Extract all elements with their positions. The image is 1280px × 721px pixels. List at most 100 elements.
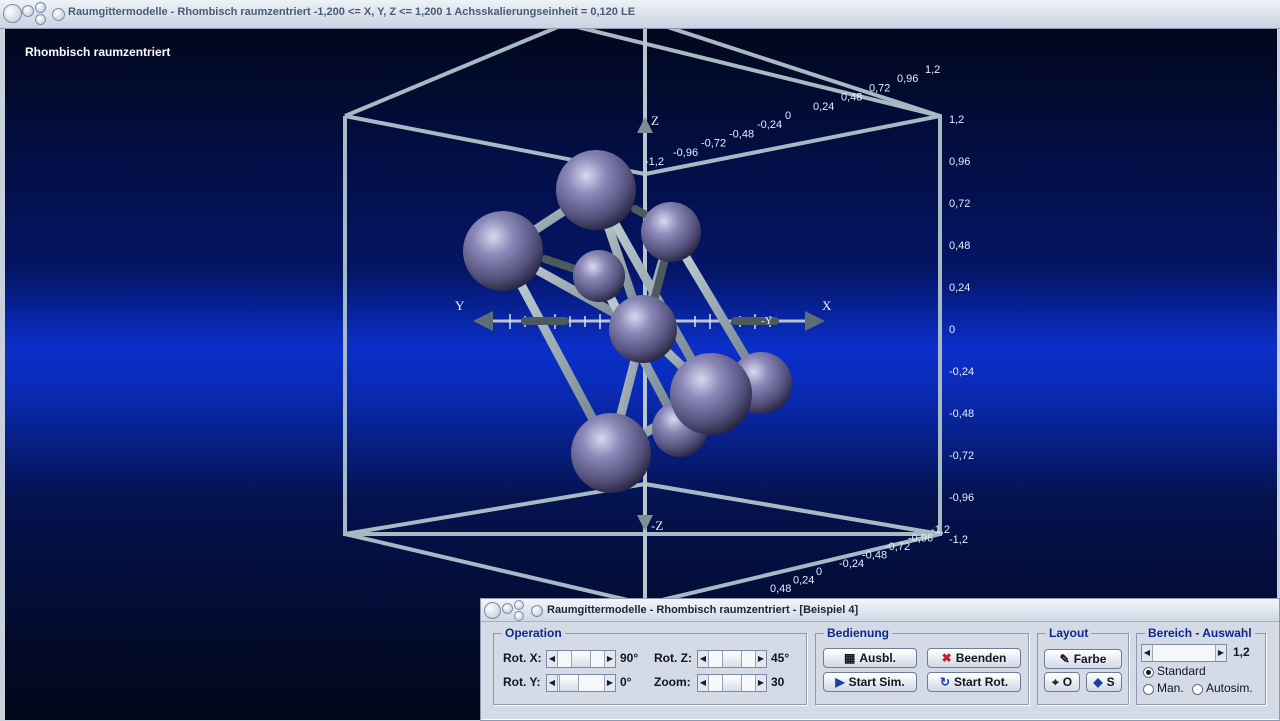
ausbl-label: Ausbl.: [859, 651, 896, 665]
axis-tick-label: -0,48: [862, 549, 887, 561]
paint-bucket-icon: ✎: [1059, 652, 1070, 666]
app-icon: [52, 8, 65, 21]
bereich-value: 1,2: [1233, 645, 1250, 659]
axis-tick-label: -0,96: [908, 533, 933, 545]
axis-tick-label: -0,96: [949, 492, 974, 504]
atom: [571, 413, 651, 493]
axis-tick-label: 0,48: [949, 240, 970, 252]
atom: [463, 211, 543, 291]
control-panel: Raumgittermodelle - Rhombisch raumzentri…: [480, 598, 1280, 721]
rot-y-label: Rot. Y:: [503, 675, 541, 689]
slider-thumb[interactable]: [571, 651, 591, 667]
rot-z-slider[interactable]: ◀ ▶: [697, 650, 767, 668]
chevron-right-icon[interactable]: ▶: [604, 675, 615, 691]
farbe-button[interactable]: ✎ Farbe: [1044, 649, 1122, 669]
atom: [573, 250, 625, 302]
axis-tick-label: -0,48: [729, 128, 754, 140]
window-title: Raumgittermodelle - Rhombisch raumzentri…: [68, 6, 636, 18]
start-sim-button[interactable]: ▶ Start Sim.: [823, 672, 917, 692]
box-edge-top-right: [667, 29, 941, 118]
autosim-radio[interactable]: [1192, 684, 1203, 695]
axis-tick-label: -0,72: [949, 450, 974, 462]
chevron-left-icon[interactable]: ◀: [547, 675, 558, 691]
standard-radio[interactable]: [1143, 667, 1154, 678]
chevron-left-icon[interactable]: ◀: [698, 651, 709, 667]
man-label: Man.: [1157, 681, 1184, 695]
minus-z-axis-label: -Z: [651, 518, 663, 533]
axis-tick-label: 1,2: [925, 64, 940, 76]
y-axis-label: Y: [455, 298, 465, 313]
window-menu-icon[interactable]: [3, 4, 22, 23]
zoom-label: Zoom:: [654, 675, 691, 689]
chevron-right-icon[interactable]: ▶: [755, 651, 766, 667]
panel-title: Raumgittermodelle - Rhombisch raumzentri…: [547, 604, 859, 616]
slider-thumb[interactable]: [559, 675, 579, 691]
panel-minimize-icon[interactable]: [502, 603, 513, 614]
bereich-slider[interactable]: ◀ ▶: [1141, 644, 1227, 662]
axis-tick-label: 1,2: [949, 114, 964, 126]
axis-tick-label: -0,24: [757, 119, 782, 131]
axis-tick-label: 0,72: [949, 198, 970, 210]
bereich-group: Bereich - Auswahl ◀ ▶ 1,2 Standard Man. …: [1136, 626, 1266, 705]
chevron-right-icon[interactable]: ▶: [1215, 645, 1226, 661]
axis-tick-label: -1,2: [949, 534, 968, 546]
box-edge-bottom: [344, 532, 646, 606]
slider-thumb[interactable]: [722, 675, 742, 691]
scene-label: Rhombisch raumzentriert: [25, 45, 171, 59]
chevron-left-icon[interactable]: ◀: [547, 651, 558, 667]
atom: [641, 202, 701, 262]
axis-tick-label: 0: [949, 324, 955, 336]
operation-group: Operation Rot. X: ◀ ▶ 90° Rot. Z: ◀ ▶ 45…: [493, 626, 807, 705]
chevron-left-icon[interactable]: ◀: [698, 675, 709, 691]
axis-tick-label: -1,2: [645, 156, 664, 168]
zoom-slider[interactable]: ◀ ▶: [697, 674, 767, 692]
slider-thumb[interactable]: [722, 651, 742, 667]
operation-legend: Operation: [502, 626, 565, 640]
minus-y-axis-label: -Y: [761, 315, 773, 327]
x-axis-label: X: [822, 298, 832, 313]
start-rot-button[interactable]: ↻ Start Rot.: [927, 672, 1021, 692]
man-radio[interactable]: [1143, 684, 1154, 695]
chevron-right-icon[interactable]: ▶: [755, 675, 766, 691]
bond: [651, 255, 669, 301]
layout-group: Layout ✎ Farbe ⌖ O ◆ S: [1037, 626, 1129, 705]
close-icon[interactable]: [35, 14, 46, 25]
standard-label: Standard: [1157, 664, 1206, 678]
farbe-label: Farbe: [1073, 652, 1107, 666]
start-rot-label: Start Rot.: [954, 675, 1009, 689]
s-button[interactable]: ◆ S: [1086, 672, 1122, 692]
autosim-label: Autosim.: [1206, 681, 1253, 695]
play-icon: ▶: [835, 675, 845, 689]
atom: [556, 150, 636, 230]
axis-tick-label: 0,72: [869, 82, 890, 94]
axis-tick-label: 0,24: [813, 101, 834, 113]
beenden-button[interactable]: ✖ Beenden: [927, 648, 1021, 668]
box-edge-bottom-front: [344, 482, 646, 536]
box-edge-top-axis: [644, 114, 941, 176]
ausbl-button[interactable]: ▦ Ausbl.: [823, 648, 917, 668]
panel-maximize-icon[interactable]: [514, 600, 524, 610]
axis-tick-label: -0,48: [949, 408, 974, 420]
o-button[interactable]: ⌖ O: [1044, 672, 1080, 692]
panel-menu-icon[interactable]: [484, 602, 501, 619]
atom-center: [609, 295, 677, 363]
start-sim-label: Start Sim.: [848, 675, 905, 689]
chevron-left-icon[interactable]: ◀: [1142, 645, 1153, 661]
axis-tick-label: -0,72: [701, 138, 726, 150]
rot-y-slider[interactable]: ◀ ▶: [546, 674, 616, 692]
x-axis-arrow: [805, 311, 825, 331]
rot-x-value: 90°: [620, 651, 639, 665]
title-bar: Raumgittermodelle - Rhombisch raumzentri…: [0, 0, 1280, 29]
o-label: O: [1062, 675, 1073, 689]
minimize-icon[interactable]: [22, 5, 34, 17]
chevron-right-icon[interactable]: ▶: [604, 651, 615, 667]
maximize-icon[interactable]: [35, 2, 46, 13]
zoom-value: 30: [771, 675, 785, 689]
panel-close-icon[interactable]: [514, 611, 524, 621]
axis-tick-label: -0,24: [839, 558, 864, 570]
bedienung-legend: Bedienung: [824, 626, 892, 640]
axis-tick-label: 0,24: [793, 575, 814, 587]
rot-x-slider[interactable]: ◀ ▶: [546, 650, 616, 668]
axis-tick-label: -0,72: [885, 541, 910, 553]
axis-tick-label: -0,96: [673, 147, 698, 159]
